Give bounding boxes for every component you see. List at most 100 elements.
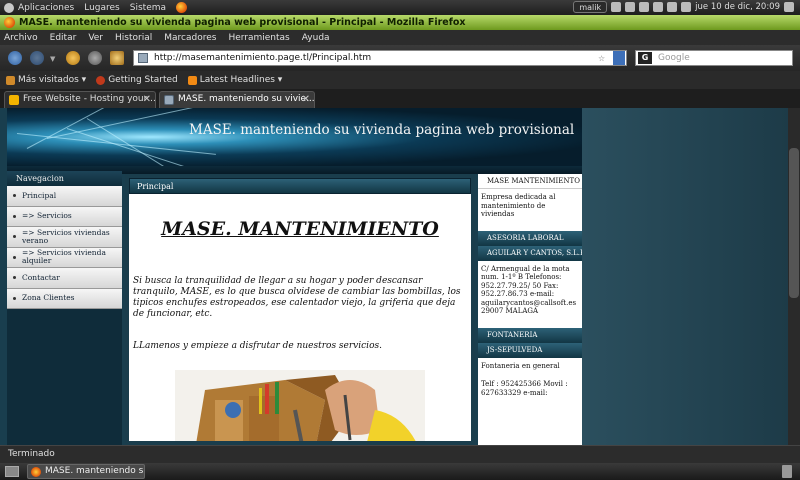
bullet-icon bbox=[13, 194, 16, 198]
tab-label: MASE. manteniendo su vivie... bbox=[178, 94, 315, 104]
tab-favicon bbox=[9, 95, 19, 105]
bookmark-most-visited[interactable]: Más visitados ▾ bbox=[6, 75, 86, 85]
nav-item-servicios[interactable]: => Servicios bbox=[7, 206, 122, 227]
tab-free-website[interactable]: Free Website - Hosting your ... ✕ bbox=[4, 91, 156, 108]
folder-icon bbox=[6, 75, 15, 85]
stop-icon[interactable] bbox=[88, 51, 102, 65]
menu-archivo[interactable]: Archivo bbox=[4, 33, 38, 43]
bookmark-getting-started[interactable]: Getting Started bbox=[96, 75, 178, 85]
nav-item-contactar[interactable]: Contactar bbox=[7, 268, 122, 289]
menu-marcadores[interactable]: Marcadores bbox=[164, 33, 216, 43]
network-icon[interactable] bbox=[639, 2, 650, 12]
sidebar-text-aguilar: C/ Armengual de la mota num. 1-1º B Tele… bbox=[481, 264, 577, 316]
menu-ayuda[interactable]: Ayuda bbox=[302, 33, 330, 43]
menu-historial[interactable]: Historial bbox=[115, 33, 152, 43]
menu-ver[interactable]: Ver bbox=[88, 33, 103, 43]
bottom-taskbar: MASE. manteniendo s... bbox=[0, 463, 800, 480]
tab-favicon bbox=[164, 95, 174, 105]
tab-label: Free Website - Hosting your ... bbox=[23, 94, 156, 104]
vertical-scrollbar[interactable] bbox=[788, 108, 800, 445]
menu-sistema[interactable]: Sistema bbox=[130, 3, 166, 13]
user-switcher[interactable]: malik bbox=[573, 1, 608, 13]
menu-aplicaciones[interactable]: Aplicaciones bbox=[18, 3, 74, 13]
bookmark-label: Más visitados ▾ bbox=[18, 75, 87, 85]
nav-label: => Servicios viviendas verano bbox=[22, 227, 110, 245]
nav-item-servicios-alquiler[interactable]: => Servicios vivienda alquiler bbox=[7, 247, 122, 268]
chat-icon[interactable] bbox=[625, 2, 636, 12]
rss-icon bbox=[187, 75, 197, 85]
tab-mase[interactable]: MASE. manteniendo su vivie... ✕ bbox=[159, 91, 315, 108]
bullet-icon bbox=[13, 255, 16, 259]
power-icon[interactable] bbox=[784, 2, 794, 12]
show-desktop-icon[interactable] bbox=[5, 466, 19, 477]
signal-icon[interactable] bbox=[681, 2, 692, 12]
window-title: MASE. manteniendo su vivienda pagina web… bbox=[19, 17, 466, 28]
site-title: MASE. manteniendo su vivienda pagina web… bbox=[189, 122, 575, 138]
gnome-top-panel: Aplicaciones Lugares Sistema malik jue 1… bbox=[0, 0, 800, 15]
nav-label: Principal bbox=[22, 190, 57, 200]
sidebar-text-contacto: Telf : 952425366 Movil : 627633329 e-mai… bbox=[481, 380, 568, 397]
site-favicon bbox=[138, 53, 148, 63]
nav-item-servicios-verano[interactable]: => Servicios viviendas verano bbox=[7, 227, 122, 248]
tab-strip: Free Website - Hosting your ... ✕ MASE. … bbox=[0, 89, 800, 108]
sidebar-heading-mase: MASE MANTENIMIENTO bbox=[478, 174, 582, 189]
firefox-icon bbox=[31, 467, 41, 477]
nav-label: Zona Clientes bbox=[22, 293, 75, 303]
sidebar-heading-sepulveda: JS-SEPULVEDA bbox=[478, 342, 582, 358]
nav-heading: Navegacion bbox=[7, 171, 122, 186]
tool-belt-image bbox=[175, 370, 425, 441]
page-viewport: MASE. manteniendo su vivienda pagina web… bbox=[0, 108, 800, 445]
volume-icon[interactable] bbox=[653, 2, 664, 12]
history-dropdown-icon[interactable]: ▼ bbox=[50, 55, 55, 63]
forward-button[interactable] bbox=[30, 51, 44, 65]
brand-heading: MASE. MANTENIMIENTO bbox=[161, 218, 439, 240]
search-input[interactable]: G Google bbox=[635, 50, 793, 66]
call-to-action-text: LLamenos y empieze a disfrutar de nuestr… bbox=[133, 341, 382, 351]
bookmark-label: Latest Headlines ▾ bbox=[199, 75, 283, 85]
sidebar-heading-aguilar: AGUILAR Y CANTOS, S.L.P bbox=[478, 245, 582, 261]
reload-icon[interactable] bbox=[66, 51, 80, 65]
clock[interactable]: jue 10 de dic, 20:09 bbox=[695, 2, 780, 12]
search-engine-icon[interactable]: G bbox=[638, 52, 652, 64]
bullet-icon bbox=[13, 235, 16, 239]
page-background bbox=[582, 108, 788, 445]
mail-icon[interactable] bbox=[611, 2, 622, 12]
bookmark-star-icon[interactable]: ☆ bbox=[598, 54, 605, 63]
sidebar-heading-asesoria: ASESORIA LABORAL bbox=[478, 230, 582, 246]
nav-item-zona-clientes[interactable]: Zona Clientes bbox=[7, 288, 122, 309]
site-header-banner: MASE. manteniendo su vivienda pagina web… bbox=[7, 108, 582, 166]
gnome-foot-icon[interactable] bbox=[4, 2, 14, 13]
close-tab-icon[interactable]: ✕ bbox=[302, 92, 310, 107]
firefox-launcher-icon[interactable] bbox=[176, 2, 188, 13]
close-tab-icon[interactable]: ✕ bbox=[143, 92, 151, 107]
right-sidebar: MASE MANTENIMIENTO Empresa dedicada al m… bbox=[478, 174, 582, 445]
menu-lugares[interactable]: Lugares bbox=[84, 3, 120, 13]
nav-label: Contactar bbox=[22, 272, 60, 282]
go-button[interactable] bbox=[613, 51, 625, 65]
trash-icon[interactable] bbox=[782, 465, 792, 478]
sidebar-text-fontaneria: Fontaneria en general bbox=[481, 361, 560, 370]
scrollbar-thumb[interactable] bbox=[789, 148, 799, 298]
url-bar[interactable]: http://masemantenimiento.page.tl/Princip… bbox=[133, 50, 627, 66]
menu-herramientas[interactable]: Herramientas bbox=[228, 33, 289, 43]
bullet-icon bbox=[13, 214, 16, 218]
content-heading: Principal bbox=[129, 178, 471, 194]
intro-paragraph: Si busca la tranquilidad de llegar a su … bbox=[133, 276, 461, 319]
nav-item-principal[interactable]: Principal bbox=[7, 186, 122, 207]
url-text: http://masemantenimiento.page.tl/Princip… bbox=[154, 53, 372, 63]
bookmark-latest-headlines[interactable]: Latest Headlines ▾ bbox=[187, 75, 283, 85]
menu-editar[interactable]: Editar bbox=[50, 33, 77, 43]
bullet-icon bbox=[13, 296, 16, 300]
firefox-bookmark-icon bbox=[96, 75, 106, 85]
panel-tray: malik jue 10 de dic, 20:09 bbox=[573, 1, 794, 13]
menu-bar: Archivo Editar Ver Historial Marcadores … bbox=[0, 30, 800, 45]
taskbar-window-label: MASE. manteniendo s... bbox=[45, 466, 145, 476]
sidebar-text-mase: Empresa dedicada al mantenimiento de viv… bbox=[481, 193, 556, 218]
nav-label: => Servicios bbox=[22, 211, 72, 221]
bluetooth-icon[interactable] bbox=[667, 2, 678, 12]
taskbar-window-firefox[interactable]: MASE. manteniendo s... bbox=[27, 464, 145, 479]
home-icon[interactable] bbox=[110, 51, 124, 65]
back-button[interactable] bbox=[8, 51, 22, 65]
search-placeholder: Google bbox=[658, 53, 690, 63]
sidebar-heading-fontaneria: FONTANERIA bbox=[478, 327, 582, 343]
